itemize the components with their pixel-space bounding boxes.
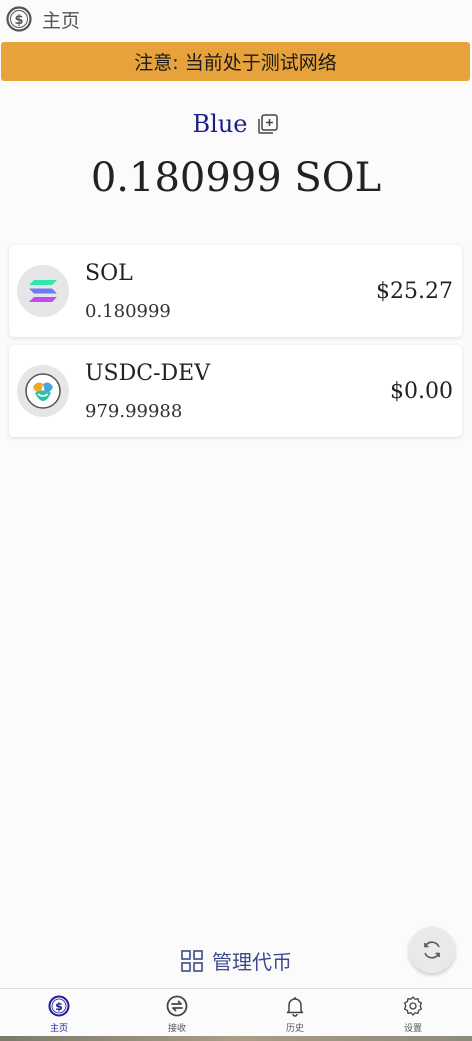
app-header: $ 主页	[0, 0, 472, 38]
nav-label: 历史	[285, 1024, 304, 1034]
refresh-button[interactable]	[409, 927, 455, 973]
swap-icon	[166, 995, 188, 1017]
nav-item-receive[interactable]: 接收	[118, 989, 236, 1036]
bell-icon	[286, 997, 304, 1017]
banner-text: 注意: 当前处于测试网络	[134, 52, 337, 74]
nav-label: 接收	[167, 1024, 186, 1034]
bottom-edge-strip	[0, 1036, 472, 1041]
page-title: 主页	[42, 9, 81, 32]
nav-item-history[interactable]: 历史	[236, 989, 354, 1036]
token-usd-value: $25.27	[376, 279, 453, 304]
nav-item-settings[interactable]: 设置	[354, 989, 472, 1036]
usdc-dev-logo-icon	[25, 373, 61, 409]
account-name[interactable]: Blue	[193, 110, 248, 138]
token-symbol: USDC-DEV	[85, 361, 211, 386]
token-card-sol[interactable]: SOL 0.180999 $25.27	[9, 245, 462, 337]
token-amount: 979.99988	[85, 401, 183, 422]
grid-icon	[181, 949, 203, 972]
copy-icon[interactable]	[257, 113, 279, 135]
nav-label: 主页	[49, 1024, 68, 1034]
wallet-home-screen: $ 主页 注意: 当前处于测试网络 Blue 0.180999 SOL SOL …	[0, 0, 472, 1041]
solana-logo-icon	[29, 280, 57, 302]
manage-tokens-label: 管理代币	[212, 950, 292, 974]
token-symbol: SOL	[85, 261, 133, 286]
testnet-warning-banner: 注意: 当前处于测试网络	[1, 42, 470, 81]
nav-label: 设置	[403, 1024, 422, 1034]
nav-item-home[interactable]: $ 主页	[0, 989, 118, 1036]
refresh-icon	[424, 941, 440, 959]
token-icon-wrap	[17, 365, 69, 417]
token-usd-value: $0.00	[390, 379, 453, 404]
bottom-nav: $ 主页 接收 历史 设置	[0, 988, 472, 1036]
dollar-coin-icon: $	[48, 995, 70, 1017]
token-card-usdc-dev[interactable]: USDC-DEV 979.99988 $0.00	[9, 345, 462, 437]
account-header: Blue	[0, 110, 472, 138]
svg-text:$: $	[14, 13, 23, 28]
svg-text:$: $	[55, 1000, 63, 1013]
gear-icon	[403, 996, 423, 1016]
token-amount: 0.180999	[85, 301, 171, 322]
manage-tokens-button[interactable]: 管理代币	[0, 946, 472, 975]
token-icon-wrap	[17, 265, 69, 317]
dollar-coin-icon: $	[6, 6, 32, 32]
total-balance: 0.180999 SOL	[90, 155, 382, 201]
